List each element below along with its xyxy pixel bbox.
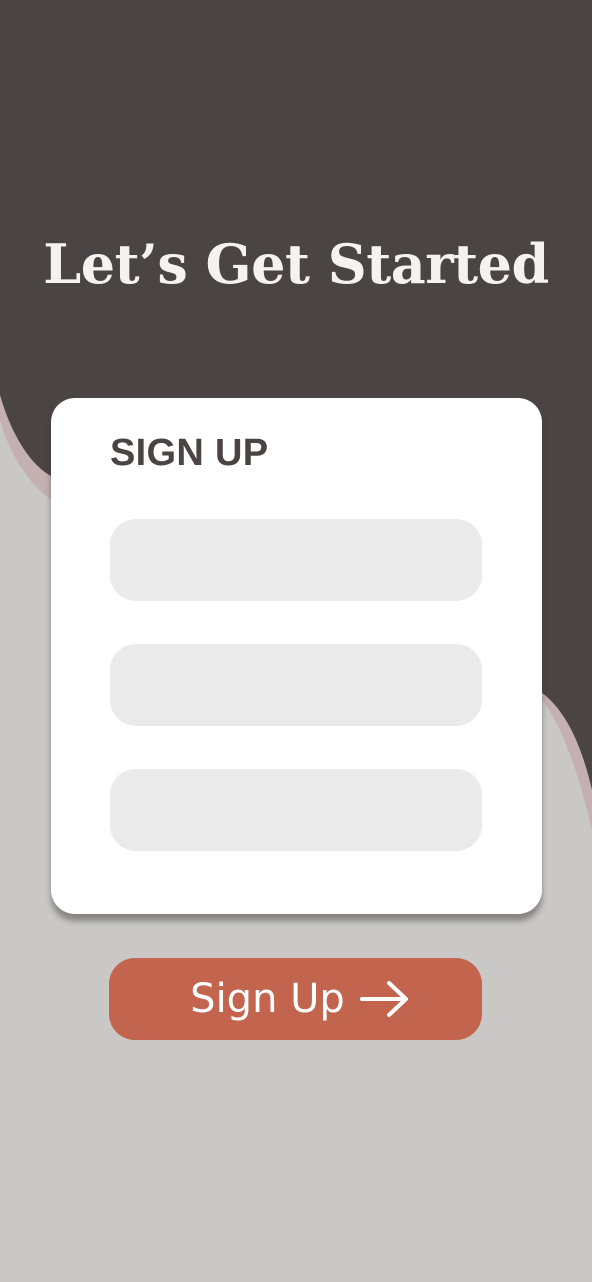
page-title: Let’s Get Started <box>43 232 549 296</box>
signup-field-2[interactable] <box>110 644 482 726</box>
form-heading: SIGN UP <box>110 432 269 474</box>
sign-up-button[interactable]: Sign Up <box>109 958 482 1040</box>
signup-screen: Let’s Get Started SIGN UP Sign Up <box>0 0 592 1282</box>
sign-up-button-label: Sign Up <box>190 976 345 1022</box>
signup-card: SIGN UP <box>51 398 542 914</box>
arrow-right-icon <box>359 981 408 1017</box>
signup-field-3[interactable] <box>110 769 482 851</box>
signup-field-1[interactable] <box>110 519 482 601</box>
